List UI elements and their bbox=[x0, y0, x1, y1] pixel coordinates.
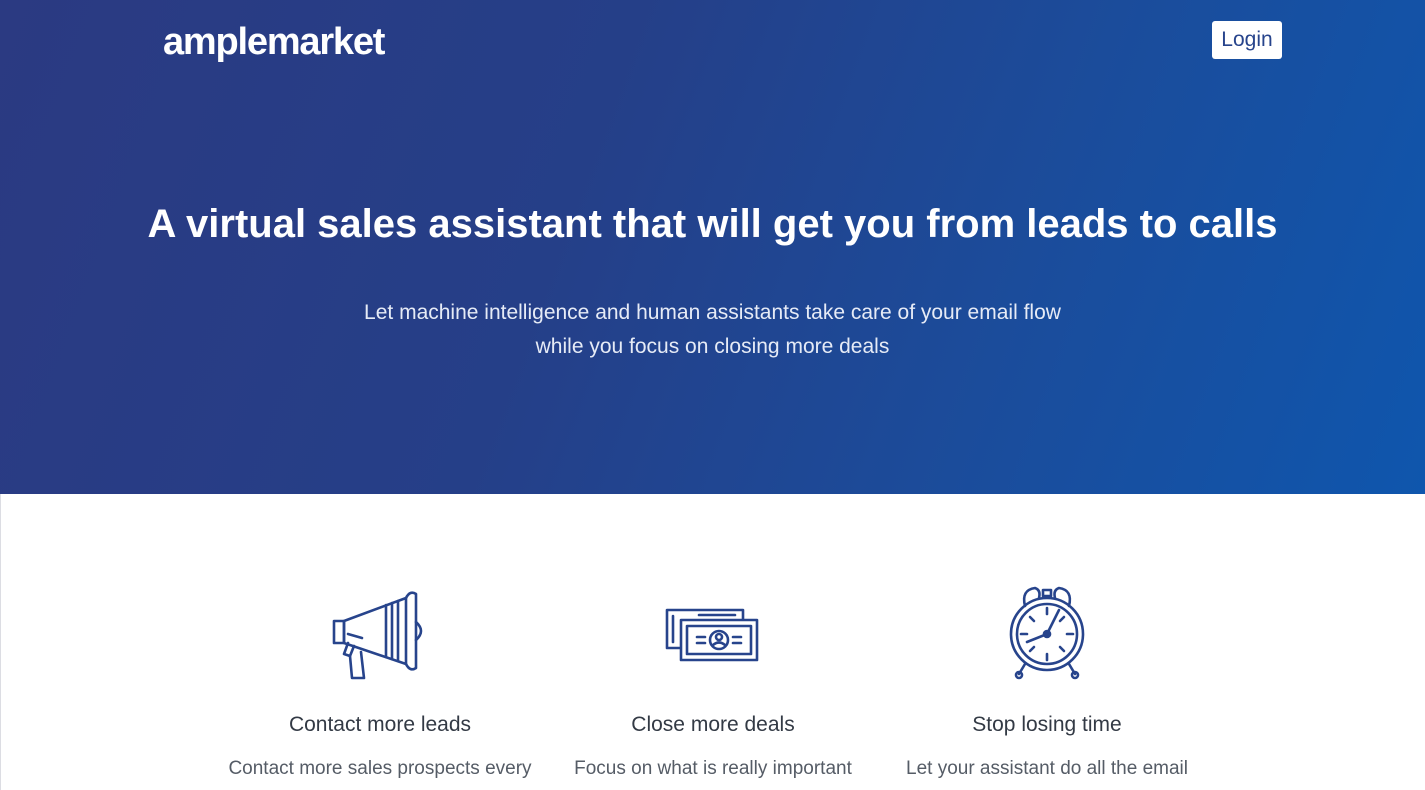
alarm-clock-icon bbox=[997, 586, 1097, 682]
megaphone-icon bbox=[330, 586, 430, 682]
feature-description: Contact more sales prospects every bbox=[228, 758, 532, 779]
feature-title: Close more deals bbox=[631, 713, 795, 736]
login-button[interactable]: Login bbox=[1212, 21, 1282, 59]
feature-description: Let your assistant do all the email bbox=[906, 758, 1188, 779]
money-bills-icon bbox=[663, 586, 763, 682]
feature-title: Stop losing time bbox=[972, 713, 1122, 736]
feature-description: Focus on what is really important bbox=[574, 758, 852, 779]
features-section: Contact more leads Contact more sales pr… bbox=[0, 494, 1425, 790]
hero-subheadline: Let machine intelligence and human assis… bbox=[364, 301, 1061, 358]
hero-section: amplemarket Login A virtual sales assist… bbox=[0, 0, 1425, 494]
logo[interactable]: amplemarket bbox=[163, 18, 385, 66]
hero-headline: A virtual sales assistant that will get … bbox=[147, 202, 1278, 246]
feature-title: Contact more leads bbox=[288, 713, 472, 736]
